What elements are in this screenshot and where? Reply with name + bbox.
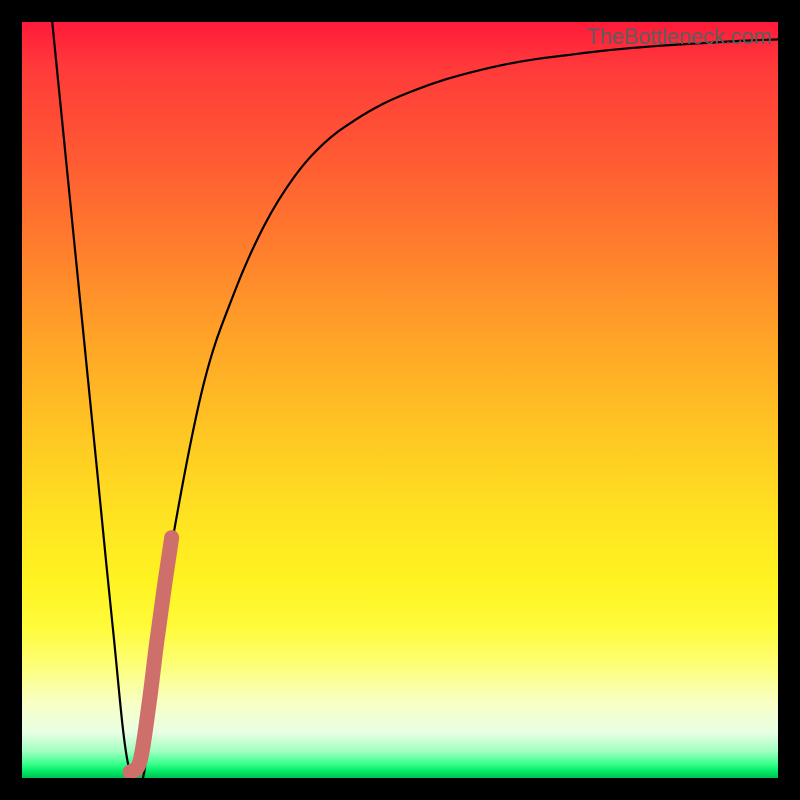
highlight-segment-path (130, 538, 172, 772)
watermark-text: TheBottleneck.com (587, 24, 772, 50)
chart-svg (22, 22, 778, 778)
plot-area: TheBottleneck.com (22, 22, 778, 778)
chart-frame: TheBottleneck.com (0, 0, 800, 800)
